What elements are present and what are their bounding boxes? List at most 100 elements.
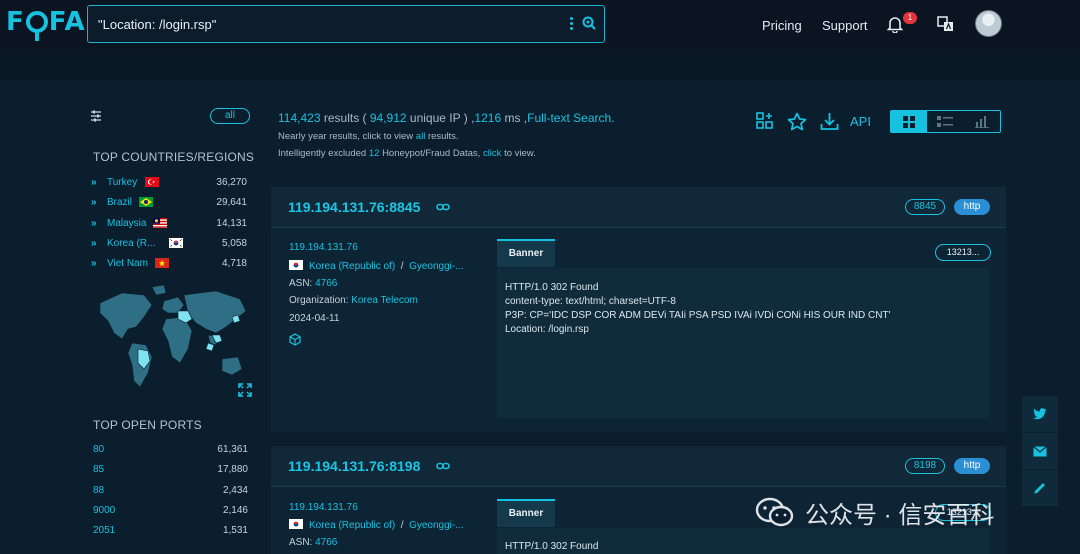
card-divider — [271, 227, 1006, 228]
host-link[interactable]: 119.194.131.76:8198 — [288, 458, 420, 474]
fofa-logo[interactable]: F FA — [6, 6, 86, 41]
country-item-brazil[interactable]: » Brazil 29,641 — [91, 195, 251, 211]
twitter-icon — [1033, 408, 1047, 420]
protocol-badge[interactable]: http — [954, 199, 990, 215]
nav-support[interactable]: Support — [822, 18, 868, 33]
all-filter-button[interactable]: all — [210, 108, 250, 124]
twitter-button[interactable] — [1022, 396, 1058, 432]
country-count: 29,641 — [216, 197, 247, 208]
grid-add-icon[interactable] — [756, 112, 774, 130]
link-icon[interactable] — [436, 461, 450, 471]
ip-link[interactable]: 119.194.131.76 — [289, 242, 358, 253]
port-badge[interactable]: 8198 — [905, 458, 945, 474]
banner-content: HTTP/1.0 302 Found content-type: text/ht… — [497, 268, 989, 418]
asn-label: ASN: — [289, 278, 313, 289]
user-avatar[interactable] — [975, 10, 1002, 37]
bar-chart-icon — [974, 115, 989, 128]
bell-icon[interactable] — [887, 16, 903, 33]
results-count: 114,423 — [278, 111, 321, 125]
top-header: F FA "Location: /login.rsp" Pricing Suppo… — [0, 0, 1080, 50]
country-item-turkey[interactable]: » Turkey 36,270 — [91, 175, 251, 191]
org-label: Organization: — [289, 295, 349, 306]
list-view-button[interactable] — [927, 111, 963, 132]
size-badge[interactable]: 13213... — [935, 244, 991, 261]
grid-view-button[interactable] — [891, 111, 928, 132]
banner-line: P3P: CP='IDC DSP COR ADM DEVi TAIi PSA P… — [505, 310, 891, 321]
watermark-text: 公众号 · 信安百科 — [805, 501, 995, 529]
asn-link[interactable]: 4766 — [315, 537, 337, 548]
location-separator: / — [400, 261, 404, 272]
port-count: 1,531 — [222, 525, 248, 536]
org-link[interactable]: Korea Telecom — [351, 295, 418, 306]
star-icon[interactable] — [787, 112, 807, 131]
host-link[interactable]: 119.194.131.76:8845 — [288, 199, 420, 215]
port-item[interactable]: 2051 1,531 — [93, 525, 248, 539]
honeypot-note: Intelligently excluded 12 Honeypot/Fraud… — [278, 148, 536, 159]
country-item-korea[interactable]: » Korea (R... 5,058 — [91, 236, 251, 252]
port-item[interactable]: 80 61,361 — [93, 444, 248, 458]
country-count: 36,270 — [216, 177, 247, 188]
honeypot-count: 12 — [368, 148, 380, 159]
port-item[interactable]: 9000 2,146 — [93, 505, 248, 519]
view-toggle[interactable] — [890, 110, 1001, 133]
protocol-badge[interactable]: http — [954, 458, 990, 474]
korea-flag-icon — [289, 519, 303, 529]
link-icon[interactable] — [436, 202, 450, 212]
cube-icon[interactable] — [289, 333, 301, 346]
country-count: 14,131 — [216, 218, 247, 229]
country-link[interactable]: Korea (Republic of) — [309, 261, 395, 272]
tab-banner[interactable]: Banner — [497, 499, 555, 527]
tab-banner[interactable]: Banner — [497, 239, 555, 267]
country-item-vietnam[interactable]: » Viet Nam 4,718 — [91, 256, 251, 272]
year-results-note: Nearly year results, click to view all r… — [278, 131, 459, 142]
notification-badge: 1 — [903, 12, 917, 24]
country-count: 4,718 — [221, 258, 247, 269]
region-link[interactable]: Gyeonggi-... — [409, 520, 463, 531]
more-options-icon[interactable] — [566, 15, 576, 33]
host-ip: 119.194.131.76 — [289, 502, 358, 513]
search-icon[interactable] — [582, 16, 596, 30]
nav-pricing[interactable]: Pricing — [762, 18, 802, 33]
port-badge[interactable]: 8845 — [905, 199, 945, 215]
wechat-logo-icon — [755, 497, 794, 527]
filter-icon[interactable] — [90, 110, 102, 122]
email-button[interactable] — [1022, 433, 1058, 469]
asn-link[interactable]: 4766 — [315, 278, 337, 289]
port-count: 61,361 — [217, 444, 248, 455]
all-results-link[interactable]: all — [416, 131, 426, 142]
region-link[interactable]: Gyeonggi-... — [409, 261, 463, 272]
unique-ip-label: unique IP ) , — [409, 111, 475, 125]
expand-icon[interactable] — [238, 383, 252, 397]
vietnam-flag-icon — [155, 258, 169, 268]
header-band — [0, 50, 1080, 80]
port-item[interactable]: 85 17,880 — [93, 464, 248, 478]
port-item[interactable]: 88 2,434 — [93, 485, 248, 499]
country-item-malaysia[interactable]: » Malaysia 14,131 — [91, 216, 251, 232]
api-button[interactable]: API — [850, 114, 871, 129]
search-bar[interactable]: "Location: /login.rsp" — [87, 5, 605, 43]
countries-title: TOP COUNTRIES/REGIONS — [93, 150, 255, 164]
edit-button[interactable] — [1022, 470, 1058, 506]
card-header: 119.194.131.76:8198 8198 http — [271, 446, 1006, 486]
country-link[interactable]: Korea (Republic of) — [309, 520, 395, 531]
translate-icon[interactable] — [937, 16, 955, 32]
country-name: Brazil — [107, 197, 133, 208]
search-input[interactable]: "Location: /login.rsp" — [98, 17, 216, 32]
grid-view-icon — [903, 115, 916, 128]
port-number: 85 — [93, 464, 105, 475]
fulltext-search-link[interactable]: Full-text Search. — [527, 111, 614, 125]
banner-content: HTTP/1.0 302 Found — [497, 528, 989, 554]
results-summary: 114,423 results ( 94,912 unique IP ) ,12… — [278, 111, 615, 125]
note-text: Nearly year results, click to view — [278, 131, 414, 142]
chevron-right-icon: » — [91, 258, 97, 269]
chevron-right-icon: » — [91, 218, 97, 229]
ip-link[interactable]: 119.194.131.76 — [289, 502, 358, 513]
download-icon[interactable] — [820, 112, 839, 131]
country-name: Korea (R... — [107, 238, 156, 249]
world-map[interactable] — [92, 283, 252, 403]
honeypot-view-link[interactable]: click — [483, 148, 501, 159]
banner-line: HTTP/1.0 302 Found — [505, 541, 599, 552]
stats-view-button[interactable] — [964, 111, 1000, 132]
port-count: 2,434 — [222, 485, 248, 496]
list-view-icon — [937, 115, 954, 127]
